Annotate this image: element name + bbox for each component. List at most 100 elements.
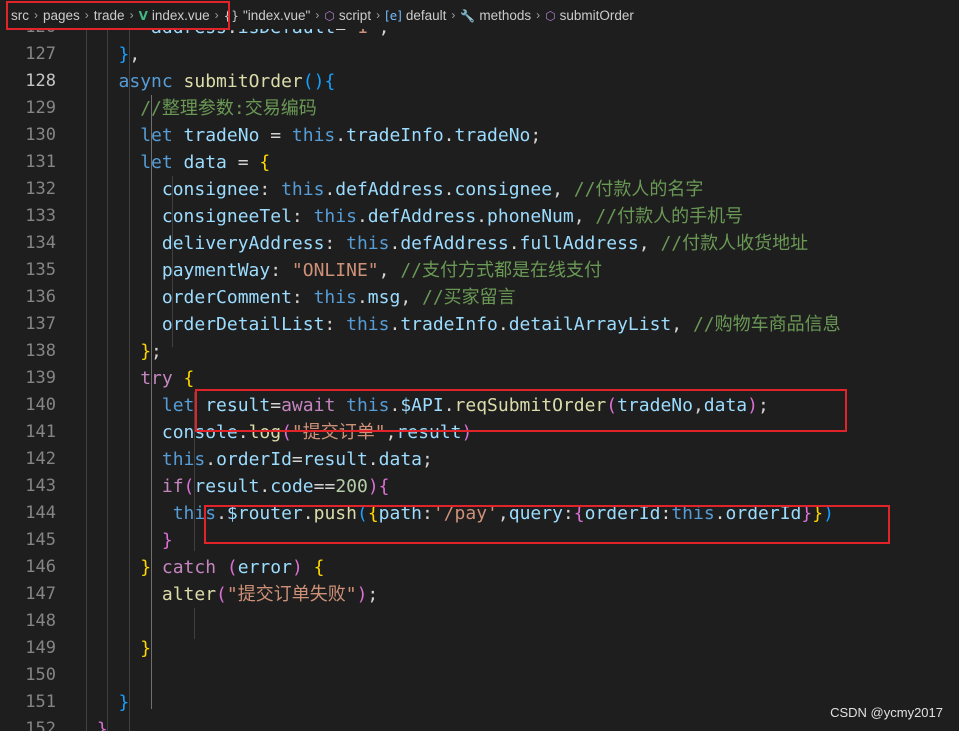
code-line[interactable]: 137 orderDetailList: this.tradeInfo.deta… [0, 311, 959, 338]
code-line[interactable]: 150 [0, 662, 959, 689]
breadcrumb-label: index.vue [151, 7, 210, 23]
code-line[interactable]: 135 paymentWay: "ONLINE", //支付方式都是在线支付 [0, 257, 959, 284]
code-token: '/pay' [432, 503, 498, 524]
breadcrumb-separator: › [129, 8, 134, 22]
code-line[interactable]: 132 consignee: this.defAddress.consignee… [0, 176, 959, 203]
code-line[interactable]: 126 address.isDefault="1"; [0, 29, 959, 41]
code-line[interactable]: 136 orderComment: this.msg, //买家留言 [0, 284, 959, 311]
line-number: 130 [25, 125, 56, 145]
code-token: "提交订单" [291, 422, 386, 443]
code-token: paymentWay [161, 260, 271, 281]
code-line[interactable]: 131 let data = { [0, 149, 959, 176]
code-line[interactable]: 139 try { [0, 365, 959, 392]
code-line[interactable]: 147 alter("提交订单失败"); [0, 581, 959, 608]
code-token: . [205, 449, 217, 470]
code-token: . [302, 503, 314, 524]
cube-icon: ⬡ [324, 8, 335, 23]
line-number: 149 [25, 638, 56, 658]
code-token: $API [400, 395, 444, 416]
code-token: . [476, 206, 488, 227]
code-line[interactable]: 127 }, [0, 41, 959, 68]
code-line[interactable]: 138 }; [0, 338, 959, 365]
line-number: 136 [25, 287, 56, 307]
code-line[interactable]: 141 console.log("提交订单",result) [0, 419, 959, 446]
breadcrumb-item[interactable]: {} "index.vue" [224, 8, 311, 23]
code-token: this [346, 233, 390, 254]
code-token: : [291, 287, 314, 308]
code-token: { [313, 557, 325, 578]
indent-guide [151, 95, 152, 709]
breadcrumb-item[interactable]: src [11, 8, 29, 23]
line-number: 146 [25, 557, 56, 577]
code-token: , [692, 395, 704, 416]
code-line[interactable]: 140 let result=await this.$API.reqSubmit… [0, 392, 959, 419]
line-code: orderDetailList: this.tradeInfo.detailAr… [86, 311, 841, 338]
line-number: 147 [25, 584, 56, 604]
code-line[interactable]: 128 async submitOrder(){ [0, 68, 959, 95]
code-line[interactable]: 145 } [0, 527, 959, 554]
code-token: ( [226, 557, 238, 578]
code-token: ) [367, 476, 379, 497]
code-token: orderId [725, 503, 802, 524]
code-token: ; [367, 584, 379, 605]
code-line[interactable]: 149 } [0, 635, 959, 662]
breadcrumb: src › pages › trade › Vindex.vue › {} "index.vue"… [0, 0, 959, 30]
code-line[interactable]: 148 [0, 608, 959, 635]
code-token: , [497, 503, 509, 524]
breadcrumb-item[interactable]: pages [43, 8, 80, 23]
line-code: let data = { [86, 149, 270, 176]
code-token: //购物车商品信息 [692, 314, 841, 335]
line-number: 139 [25, 368, 56, 388]
code-editor[interactable]: 126 address.isDefault="1";127 },128 asyn… [0, 29, 959, 731]
breadcrumb-item[interactable]: [e] default [385, 8, 446, 23]
line-code: console.log("提交订单",result) [86, 419, 472, 446]
line-code: consigneeTel: this.defAddress.phoneNum, … [86, 203, 743, 230]
code-line[interactable]: 143 if(result.code==200){ [0, 473, 959, 500]
breadcrumb-item[interactable]: trade [94, 8, 125, 23]
breadcrumb-item[interactable]: 🔧 methods [460, 8, 531, 23]
code-line[interactable]: 129 //整理参数:交易编码 [0, 95, 959, 122]
code-token: 200 [335, 476, 368, 497]
code-line[interactable]: 134 deliveryAddress: this.defAddress.ful… [0, 230, 959, 257]
code-token: error [237, 557, 292, 578]
code-token: fullAddress [519, 233, 639, 254]
code-token: result [194, 476, 260, 497]
code-line[interactable]: 151 } [0, 689, 959, 716]
code-token: == [313, 476, 336, 497]
code-token: msg [367, 287, 401, 308]
code-line[interactable]: 133 consigneeTel: this.defAddress.phoneN… [0, 203, 959, 230]
code-token: catch [161, 557, 217, 578]
code-line[interactable]: 144 this.$router.push({path:'/pay',query… [0, 500, 959, 527]
code-line[interactable]: 142 this.orderId=result.data; [0, 446, 959, 473]
line-code: }, [86, 716, 119, 731]
breadcrumb-item[interactable]: Vindex.vue [139, 8, 210, 23]
code-line[interactable]: 146 } catch (error) { [0, 554, 959, 581]
code-token: code [270, 476, 314, 497]
code-token: , [385, 422, 397, 443]
line-number: 126 [0, 29, 56, 41]
breadcrumb-label: pages [43, 7, 80, 23]
line-number: 133 [25, 206, 56, 226]
breadcrumb-separator: › [214, 8, 219, 22]
code-token: } [140, 557, 152, 578]
code-token: . [714, 503, 726, 524]
code-token: : [291, 206, 314, 227]
code-token: , [378, 260, 401, 281]
breadcrumb-label: methods [479, 7, 532, 23]
code-token: } [118, 44, 130, 65]
code-token: await [281, 395, 336, 416]
code-token: //支付方式都是在线支付 [400, 260, 602, 281]
line-code: address.isDefault="1"; [86, 29, 389, 41]
breadcrumb-item[interactable]: ⬡ submitOrder [545, 8, 634, 23]
code-token: let [140, 125, 173, 146]
line-code: deliveryAddress: this.defAddress.fullAdd… [86, 230, 808, 257]
breadcrumb-separator: › [536, 8, 541, 22]
code-line[interactable]: 152 }, [0, 716, 959, 731]
breadcrumb-item[interactable]: ⬡ script [324, 8, 371, 23]
code-line[interactable]: 130 let tradeNo = this.tradeInfo.tradeNo… [0, 122, 959, 149]
code-token: this [291, 125, 336, 146]
